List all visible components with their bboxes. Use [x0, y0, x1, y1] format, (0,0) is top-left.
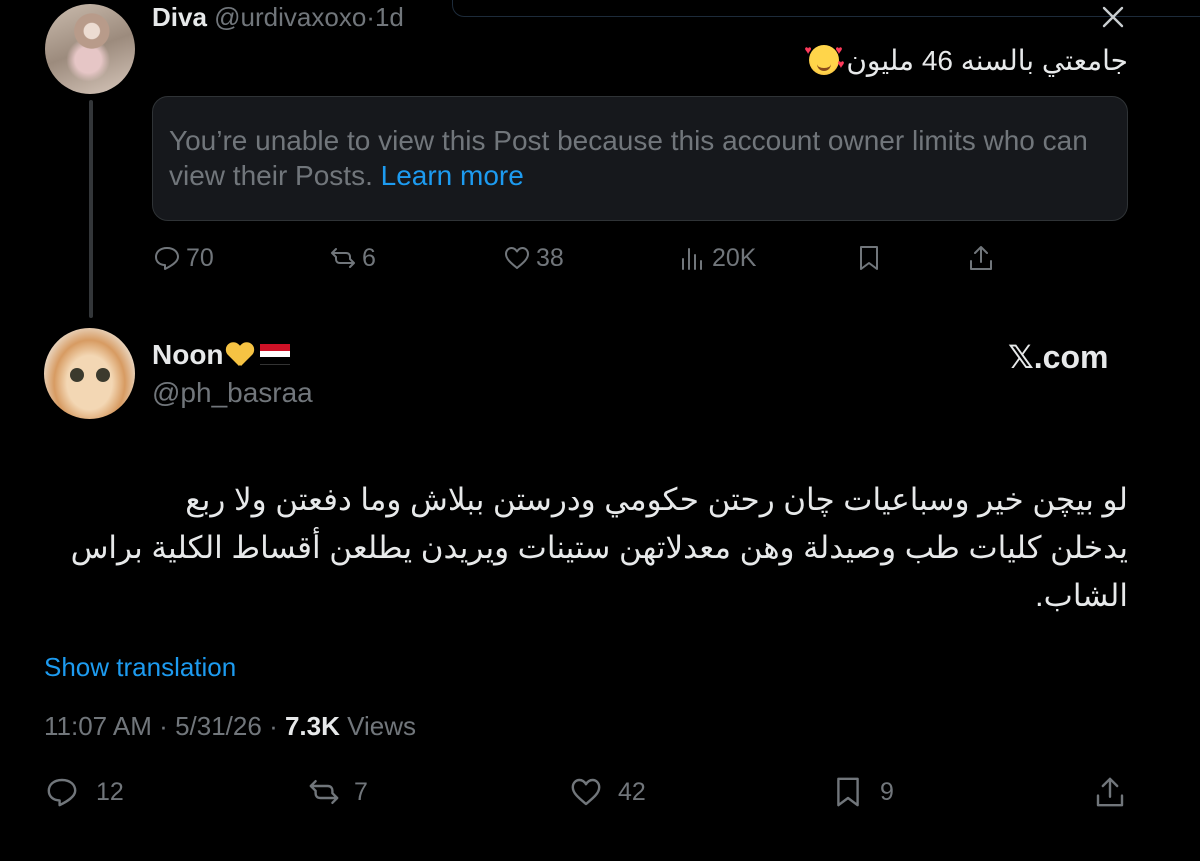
- restricted-message: You’re unable to view this Post because …: [169, 125, 1088, 191]
- main-post-line: يدخلن كليات طب وصيدلة وهن معدلاتهن ستينا…: [70, 530, 1128, 565]
- views-count: 20K: [712, 243, 757, 272]
- bookmark-button[interactable]: [854, 243, 884, 273]
- learn-more-link[interactable]: Learn more: [381, 160, 524, 191]
- repost-icon: [309, 780, 339, 804]
- avatar-diva[interactable]: [45, 4, 135, 94]
- yellow-heart-emoji: [226, 341, 254, 367]
- post-meta: 11:07 AM · 5/31/26 · 7.3K Views: [44, 711, 416, 742]
- reply-icon: [155, 247, 179, 270]
- main-author-handle[interactable]: @ph_basraa: [152, 377, 313, 409]
- quoted-post-actions: 70 6 38 20K: [152, 240, 992, 280]
- repost-count: 6: [362, 243, 376, 272]
- repost-button[interactable]: 7: [306, 774, 368, 810]
- like-icon: [571, 778, 601, 806]
- views-icon: [682, 248, 702, 270]
- post-views-label: Views: [347, 711, 417, 741]
- like-icon: [505, 247, 529, 269]
- main-post-line: الشاب.: [1035, 578, 1128, 613]
- share-icon: [970, 246, 992, 270]
- separator: ·: [269, 711, 278, 741]
- repost-button[interactable]: 6: [328, 243, 376, 273]
- bookmark-button[interactable]: 9: [830, 774, 894, 810]
- post-time[interactable]: 11:07 AM: [44, 711, 152, 741]
- reply-button[interactable]: 12: [44, 774, 124, 810]
- reply-icon: [47, 778, 77, 807]
- post-views-count: 7.3K: [284, 711, 340, 741]
- avatar-detail: [96, 368, 110, 382]
- separator: ·: [159, 711, 168, 741]
- like-button[interactable]: 42: [568, 774, 646, 810]
- main-author-name-text: Noon: [152, 339, 224, 370]
- main-post-text: لو بيچن خير وسباعيات چان رحتن حكومي ودرس…: [68, 476, 1128, 620]
- share-button[interactable]: [966, 243, 996, 273]
- repost-count: 7: [354, 777, 368, 806]
- quoted-author-name[interactable]: Diva: [152, 2, 207, 32]
- share-button[interactable]: [1092, 774, 1128, 810]
- smiling-face-with-hearts-emoji: ♥ ♥ ♥: [805, 43, 845, 75]
- reply-button[interactable]: 70: [152, 243, 214, 273]
- bookmark-icon: [860, 246, 878, 270]
- like-button[interactable]: 38: [502, 243, 564, 273]
- bookmark-icon: [837, 777, 859, 807]
- quoted-author-handle[interactable]: @urdivaxoxo: [214, 2, 366, 32]
- main-post-actions: 12 7 42 9: [44, 772, 1134, 816]
- reply-count: 70: [186, 243, 214, 272]
- views-button[interactable]: 20K: [678, 243, 756, 273]
- separator: ·: [366, 2, 375, 32]
- avatar-noon[interactable]: [44, 328, 135, 419]
- iraq-flag-emoji: [259, 344, 290, 365]
- like-count: 42: [618, 777, 646, 806]
- popover-edge: [452, 0, 1200, 17]
- close-icon[interactable]: [1098, 2, 1128, 32]
- x-brand-watermark: 𝕏.com: [1008, 339, 1109, 375]
- avatar-detail: [70, 368, 84, 382]
- main-author-name[interactable]: Noon: [152, 339, 290, 371]
- main-post-line: لو بيچن خير وسباعيات چان رحتن حكومي ودرس…: [185, 482, 1128, 517]
- like-count: 38: [536, 243, 564, 272]
- quoted-post-text: جامعتي بالسنه 46 مليون ♥ ♥ ♥: [803, 43, 1128, 77]
- share-icon: [1096, 777, 1124, 807]
- show-translation-link[interactable]: Show translation: [44, 652, 236, 683]
- post-date[interactable]: 5/31/26: [175, 711, 262, 741]
- thread-line: [89, 100, 93, 318]
- repost-icon: [331, 248, 355, 268]
- restricted-post-notice: You’re unable to view this Post because …: [152, 96, 1128, 221]
- quoted-post-text-content: جامعتي بالسنه 46 مليون: [846, 45, 1128, 76]
- quoted-post-time[interactable]: 1d: [375, 2, 404, 32]
- quoted-post-header: Diva @urdivaxoxo·1d: [152, 2, 404, 33]
- bookmark-count: 9: [880, 777, 894, 806]
- reply-count: 12: [96, 777, 124, 806]
